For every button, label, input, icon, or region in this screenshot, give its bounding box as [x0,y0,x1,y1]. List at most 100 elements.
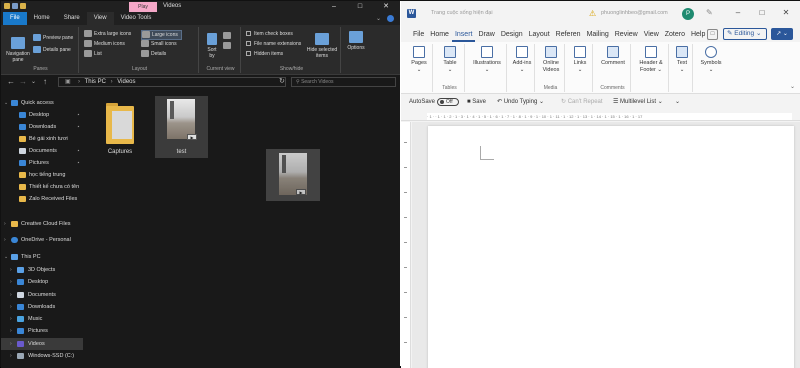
chevron-right-icon[interactable]: › [4,218,10,230]
nav-thiet-ke[interactable]: Thiết kế chưa có tên [1,181,83,193]
item-check-boxes-toggle[interactable]: Item check boxes [246,30,293,38]
tab-view[interactable]: View [86,12,114,25]
properties-icon[interactable] [4,3,10,9]
tab-file[interactable]: File [410,28,427,42]
warning-icon[interactable]: ⚠ [589,9,598,18]
illustrations-button[interactable]: Illustrations ⌄ [468,46,506,73]
nav-downloads[interactable]: Downloads ⋆ [1,121,83,133]
layout-large-icons[interactable]: Large icons [141,30,182,40]
context-tab-play[interactable]: Play [129,2,157,12]
layout-extra-large-icons[interactable]: Extra large icons [84,30,131,38]
tab-zotero[interactable]: Zotero [662,28,688,42]
editing-mode-button[interactable]: ✎ Editing ⌄ [723,28,767,40]
preview-pane-button[interactable]: Preview pane [33,34,73,42]
nav-videos[interactable]: › Videos [1,338,83,350]
nav-quick-access[interactable]: ⌄ Quick access [1,97,83,109]
tab-home[interactable]: Home [27,12,57,25]
dragging-video-item[interactable]: ▶ [266,149,320,201]
back-arrow-icon[interactable]: ← [7,77,15,87]
undo-button[interactable]: ↶ Undo Typing ⌄ [497,98,544,106]
up-arrow-icon[interactable]: ↑ [43,77,47,87]
add-ins-button[interactable]: Add-ins ⌄ [510,46,534,73]
file-item-test[interactable]: ▶ test [155,96,208,158]
layout-list[interactable]: List [84,50,102,58]
navigation-pane-button[interactable]: Navigation pane [5,37,31,63]
maximize-icon[interactable]: □ [750,6,774,20]
chevron-right-icon[interactable]: › [10,313,16,325]
minimize-icon[interactable]: – [321,1,347,12]
tab-insert[interactable]: Insert [451,28,476,42]
maximize-icon[interactable]: □ [347,1,373,12]
chevron-right-icon[interactable]: › [10,350,16,362]
tab-share[interactable]: Share [57,12,87,25]
tab-video-tools[interactable]: Video Tools [114,12,159,25]
checkbox[interactable] [246,51,251,57]
nav-windows-ssd[interactable]: › Windows-SSD (C:) [1,350,83,362]
hide-selected-items-button[interactable]: Hide selected items [305,33,339,59]
header-footer-button[interactable]: Header & Footer ⌄ [634,46,668,73]
refresh-icon[interactable]: ↻ [279,77,289,87]
address-bar[interactable]: ▣ › This PC › Videos [58,77,286,87]
breadcrumb-videos[interactable]: Videos [117,79,135,85]
repeat-button[interactable]: ↻ Can't Repeat [561,98,603,106]
new-folder-icon[interactable] [12,3,18,9]
nav-pictures[interactable]: Pictures ⋆ [1,157,83,169]
comments-icon[interactable]: □ [707,29,718,40]
tab-layout[interactable]: Layout [526,28,553,42]
chevron-right-icon[interactable]: › [10,338,16,350]
close-icon[interactable]: ✕ [373,1,399,12]
chevron-right-icon[interactable]: › [10,264,16,276]
tab-references[interactable]: Referen [553,28,584,42]
checkbox[interactable] [246,31,251,37]
forward-arrow-icon[interactable]: → [19,77,27,87]
layout-small-icons[interactable]: Small icons [141,40,177,48]
share-button[interactable]: ↗ ⌄ [771,28,793,40]
nav-hoc-tieng-trung[interactable]: học tiếng trung [1,169,83,181]
vertical-ruler[interactable] [401,122,411,368]
file-name-extensions-toggle[interactable]: File name extensions [246,40,301,48]
ruler-scale[interactable]: · 1 · · 1 · 1 · 2 · 1 · 3 · 1 · 4 · 1 · … [427,113,792,120]
add-columns-button[interactable] [223,42,233,50]
nav-be-gai[interactable]: Bé gái xinh tươi [1,133,83,145]
nav-pc-documents[interactable]: › Documents [1,289,83,301]
tab-home[interactable]: Home [427,28,452,42]
nav-pc-downloads[interactable]: › Downloads [1,301,83,313]
nav-documents[interactable]: Documents ⋆ [1,145,83,157]
nav-zalo[interactable]: Zalo Received Files [1,193,83,205]
document-title[interactable]: Trang cuộc sống hiện đại [431,10,493,16]
links-button[interactable]: Links ⌄ [568,46,592,73]
minimize-icon[interactable]: – [726,6,750,20]
options-button[interactable]: Options [345,31,367,51]
tab-mailings[interactable]: Mailing [584,28,612,42]
avatar[interactable]: P [682,8,694,20]
online-videos-button[interactable]: Online Videos [539,46,563,73]
nav-desktop[interactable]: Desktop ⋆ [1,109,83,121]
help-icon[interactable] [387,15,394,22]
tab-view[interactable]: View [641,28,662,42]
details-pane-button[interactable]: Details pane [33,46,71,54]
tab-help[interactable]: Help [688,28,708,42]
pages-button[interactable]: Pages ⌄ [407,46,431,73]
chevron-right-icon[interactable]: › [10,325,16,337]
checkbox[interactable] [246,41,251,47]
tab-review[interactable]: Review [612,28,641,42]
layout-medium-icons[interactable]: Medium icons [84,40,125,48]
search-input[interactable]: ⚲ Search Videos [291,77,396,87]
comment-button[interactable]: Comment [597,46,629,67]
close-icon[interactable]: ✕ [774,6,798,20]
file-item-captures[interactable]: Captures [98,97,142,159]
symbols-button[interactable]: Symbols ⌄ [697,46,725,73]
chevron-right-icon[interactable]: › [10,301,16,313]
save-button[interactable]: ■ Save [467,98,486,106]
folder-icon[interactable] [20,3,26,9]
nav-pc-desktop[interactable]: › Desktop [1,276,83,288]
autosave-toggle[interactable]: Off [437,98,459,106]
chevron-down-icon[interactable]: ⌄ [376,15,381,22]
group-by-button[interactable] [223,32,233,40]
nav-onedrive[interactable]: › OneDrive - Personal [1,234,83,246]
nav-3d-objects[interactable]: › 3D Objects [1,264,83,276]
multilevel-list-button[interactable]: ☰ Multilevel List ⌄ [613,98,663,106]
recent-locations-icon[interactable]: ⌄ [31,77,36,87]
chevron-right-icon[interactable]: › [4,234,10,246]
customize-toolbar-icon[interactable]: ⌄ [675,98,680,106]
